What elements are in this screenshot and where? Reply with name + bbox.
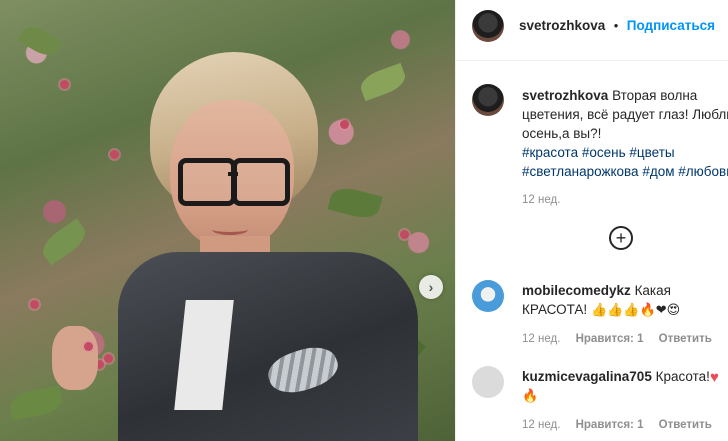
hashtag[interactable]: #цветы [629,145,674,160]
caption-timestamp[interactable]: 12 нед. [522,194,560,206]
comment-timestamp[interactable]: 12 нед. [522,333,560,345]
comment-text: Красота! [655,369,710,384]
comment-item: kuzmicevagalina705 Красота! 🔥 12 нед. Нр… [522,367,728,435]
caption-author-avatar[interactable] [472,84,504,116]
caption-text-1: Вторая волна [612,88,698,103]
comment-item: mobilecomedykz Какая КРАСОТА! 👍👍👍🔥❤😍 12 … [522,281,728,349]
comment-timestamp[interactable]: 12 нед. [522,419,560,431]
hashtag[interactable]: #осень [582,145,626,160]
comment-emojis: 🔥 [522,389,539,404]
commenter-avatar[interactable] [472,366,504,398]
chevron-right-icon: › [428,279,434,295]
caption-text-3: осень,а вы?! [522,126,602,141]
comment-username[interactable]: mobilecomedykz [522,283,631,298]
comment-likes-count[interactable]: Нравится: 1 [576,419,644,431]
comment-text: Какая [634,283,671,298]
separator-dot: • [613,18,619,33]
hand [52,326,98,390]
glasses-bridge [228,172,238,176]
plus-circle-icon: + [615,228,627,248]
next-photo-button[interactable]: › [419,275,443,299]
comment-emojis: 👍👍👍🔥❤😍 [590,303,681,318]
comment-reply-button[interactable]: Ответить [659,419,712,431]
post-photo: › [0,0,455,441]
glasses-right-lens [232,158,290,206]
follow-button[interactable]: Подписаться [627,18,715,33]
commenter-avatar[interactable] [472,280,504,312]
post-caption: svetrozhkova Вторая волна цветения, всё … [522,86,728,210]
author-avatar[interactable] [472,10,504,42]
caption-text-2: цветения, всё радует глаз! Люблю [522,107,728,122]
glasses-left-lens [178,158,236,206]
denim-jacket [118,252,418,441]
post-header: svetrozhkova • Подписаться [456,0,728,61]
load-more-comments-button[interactable]: + [609,226,633,250]
hashtag[interactable]: #красота [522,145,578,160]
author-username[interactable]: svetrozhkova [519,18,605,33]
hashtag[interactable]: #светланарожкова [522,164,639,179]
comment-likes-count[interactable]: Нравится: 1 [576,333,644,345]
comment-text-2: КРАСОТА! [522,302,588,317]
hashtag[interactable]: #любовь [678,164,728,179]
hashtag[interactable]: #дом [642,164,674,179]
comment-username[interactable]: kuzmicevagalina705 [522,369,652,384]
heart-icon[interactable]: ♥ [710,369,719,386]
post-side-panel: svetrozhkova • Подписаться svetrozhkova … [455,0,728,441]
caption-username[interactable]: svetrozhkova [522,88,608,103]
smile [212,224,248,235]
comment-reply-button[interactable]: Ответить [659,333,712,345]
